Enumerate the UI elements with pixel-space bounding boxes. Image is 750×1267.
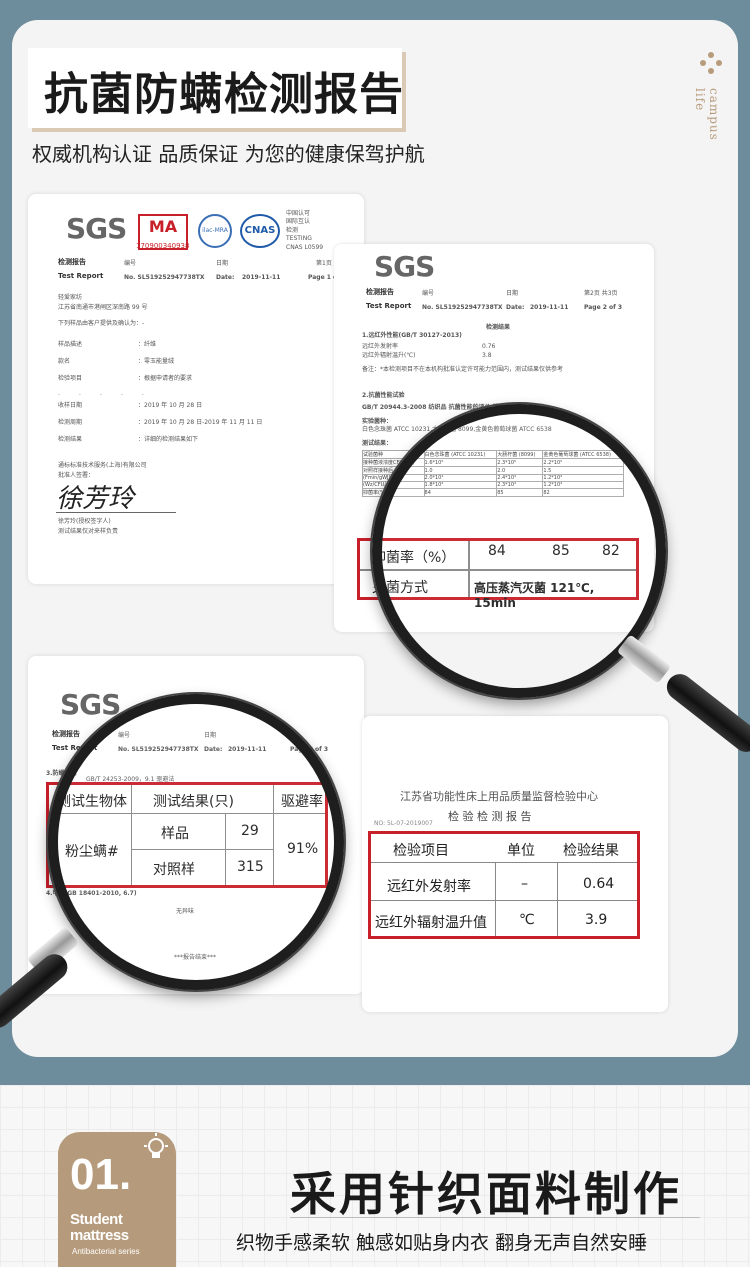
emissivity-unit: – — [521, 876, 528, 892]
section2: 2.抗菌性能试验 — [362, 392, 405, 399]
dots-icon — [700, 52, 722, 74]
badge-line-1: Student — [70, 1211, 123, 1228]
side-brand-text: campus life — [693, 88, 721, 141]
page-cn: 第2页 共3页 — [584, 290, 618, 297]
heading-divider — [290, 1217, 700, 1218]
feature-subheading: 织物手感柔软 触感如贴身内衣 翻身无声自然安睡 — [236, 1232, 648, 1254]
badge-number: 01. — [70, 1150, 132, 1199]
note: 备注：*本检测项目不在本机构批准认定许可能力范围内，测试结果仅供参考 — [362, 366, 564, 373]
results-title: 检测结果 — [486, 324, 511, 331]
address: 江苏省南通市港闸区深南路 99 号 — [58, 304, 148, 311]
footer-note: 测试结果仅对来样负责 — [58, 528, 119, 535]
item-header: 检验项目 — [393, 843, 449, 859]
magnifier-lens-icon — [48, 694, 344, 990]
sgs-logo: SGS — [66, 212, 127, 245]
report-cn: 检测报告 — [366, 288, 394, 296]
page-subtitle: 权威机构认证 品质保证 为您的健康保驾护航 — [32, 142, 425, 166]
temp-rise-value: 3.9 — [585, 912, 608, 928]
signature: 徐芳玲 — [56, 484, 135, 514]
sgs-logo: SGS — [60, 688, 121, 721]
date-label: Date: — [506, 304, 525, 311]
date-value: 2019-11-11 — [530, 304, 569, 311]
page-title: 抗菌防螨检测报告 — [44, 69, 404, 120]
date-label: Date: — [216, 274, 235, 281]
page-en: Page 2 of 3 — [584, 304, 622, 311]
badge-line-2: mattress — [70, 1227, 129, 1244]
temp-rise-unit: ℃ — [519, 912, 535, 928]
org-name: 江苏省功能性床上用品质量监督检验中心 — [400, 790, 598, 803]
temp-rise-label: 远红外辐射温升值 — [375, 915, 487, 931]
info-rows: 样品描述 ：纤维 款名 ：零玉能量绒 检验项目 ：根据申请者的要求 · · · · ·… — [58, 341, 263, 443]
no-value: No. SL519252947738TX — [124, 274, 205, 281]
note: 下列样品由客户提供及确认为：- — [58, 320, 145, 327]
report-cn: 检测报告 — [52, 730, 80, 738]
cnas-logo: CNAS — [240, 214, 280, 248]
date-cn: 日期 — [216, 260, 229, 267]
signer: 徐芳玲(授权签字人) — [58, 518, 111, 525]
report-en: Test Report — [58, 272, 104, 280]
sign-line — [56, 512, 176, 513]
sgs-logo: SGS — [374, 250, 435, 283]
s1-rows: 远红外发射率 0.76 远红外辐射温升(℃) 3.8 — [362, 343, 496, 359]
no-label: 编号 — [124, 260, 137, 267]
report-en: Test Report — [366, 302, 412, 310]
section1: 1.远红外性能(GB/T 30127-2013) — [362, 332, 462, 339]
cert-text: 中国认可 国际互认 检测 TESTING CNAS L0599 — [286, 210, 324, 251]
no-label: 编号 — [422, 290, 435, 297]
ma-number: 170900340938 — [136, 242, 190, 250]
report-cn: 检测报告 — [58, 258, 86, 266]
date-cn: 日期 — [506, 290, 519, 297]
no-value: No. SL519252947738TX — [422, 304, 503, 311]
company: 通标标准技术服务(上海)有限公司 — [58, 462, 147, 469]
unit-header: 单位 — [507, 843, 535, 859]
report-title: 检 验 检 测 报 告 — [448, 810, 532, 823]
client: 轻爱家纺 — [58, 294, 83, 301]
report-page-1: SGS MA 170900340938 ilac-MRA CNAS 中国认可 国际… — [28, 194, 364, 584]
date-value: 2019-11-11 — [242, 274, 281, 281]
table-title: 测试结果： — [362, 440, 393, 447]
lightbulb-icon — [140, 1132, 172, 1164]
badge-line-3: Antibacterial series — [72, 1247, 140, 1256]
report-code: NO: 5L-07-2019007 — [374, 820, 433, 827]
emissivity-value: 0.64 — [583, 876, 615, 892]
far-infrared-zoom-table: 检验项目 单位 检验结果 远红外发射率 – 0.64 远红外辐射温升值 ℃ 3.… — [368, 831, 640, 939]
result-header: 检验结果 — [563, 843, 619, 859]
ilac-logo: ilac-MRA — [198, 214, 232, 248]
feature-heading: 采用针织面料制作 — [290, 1167, 682, 1221]
emissivity-label: 远红外发射率 — [387, 879, 471, 895]
